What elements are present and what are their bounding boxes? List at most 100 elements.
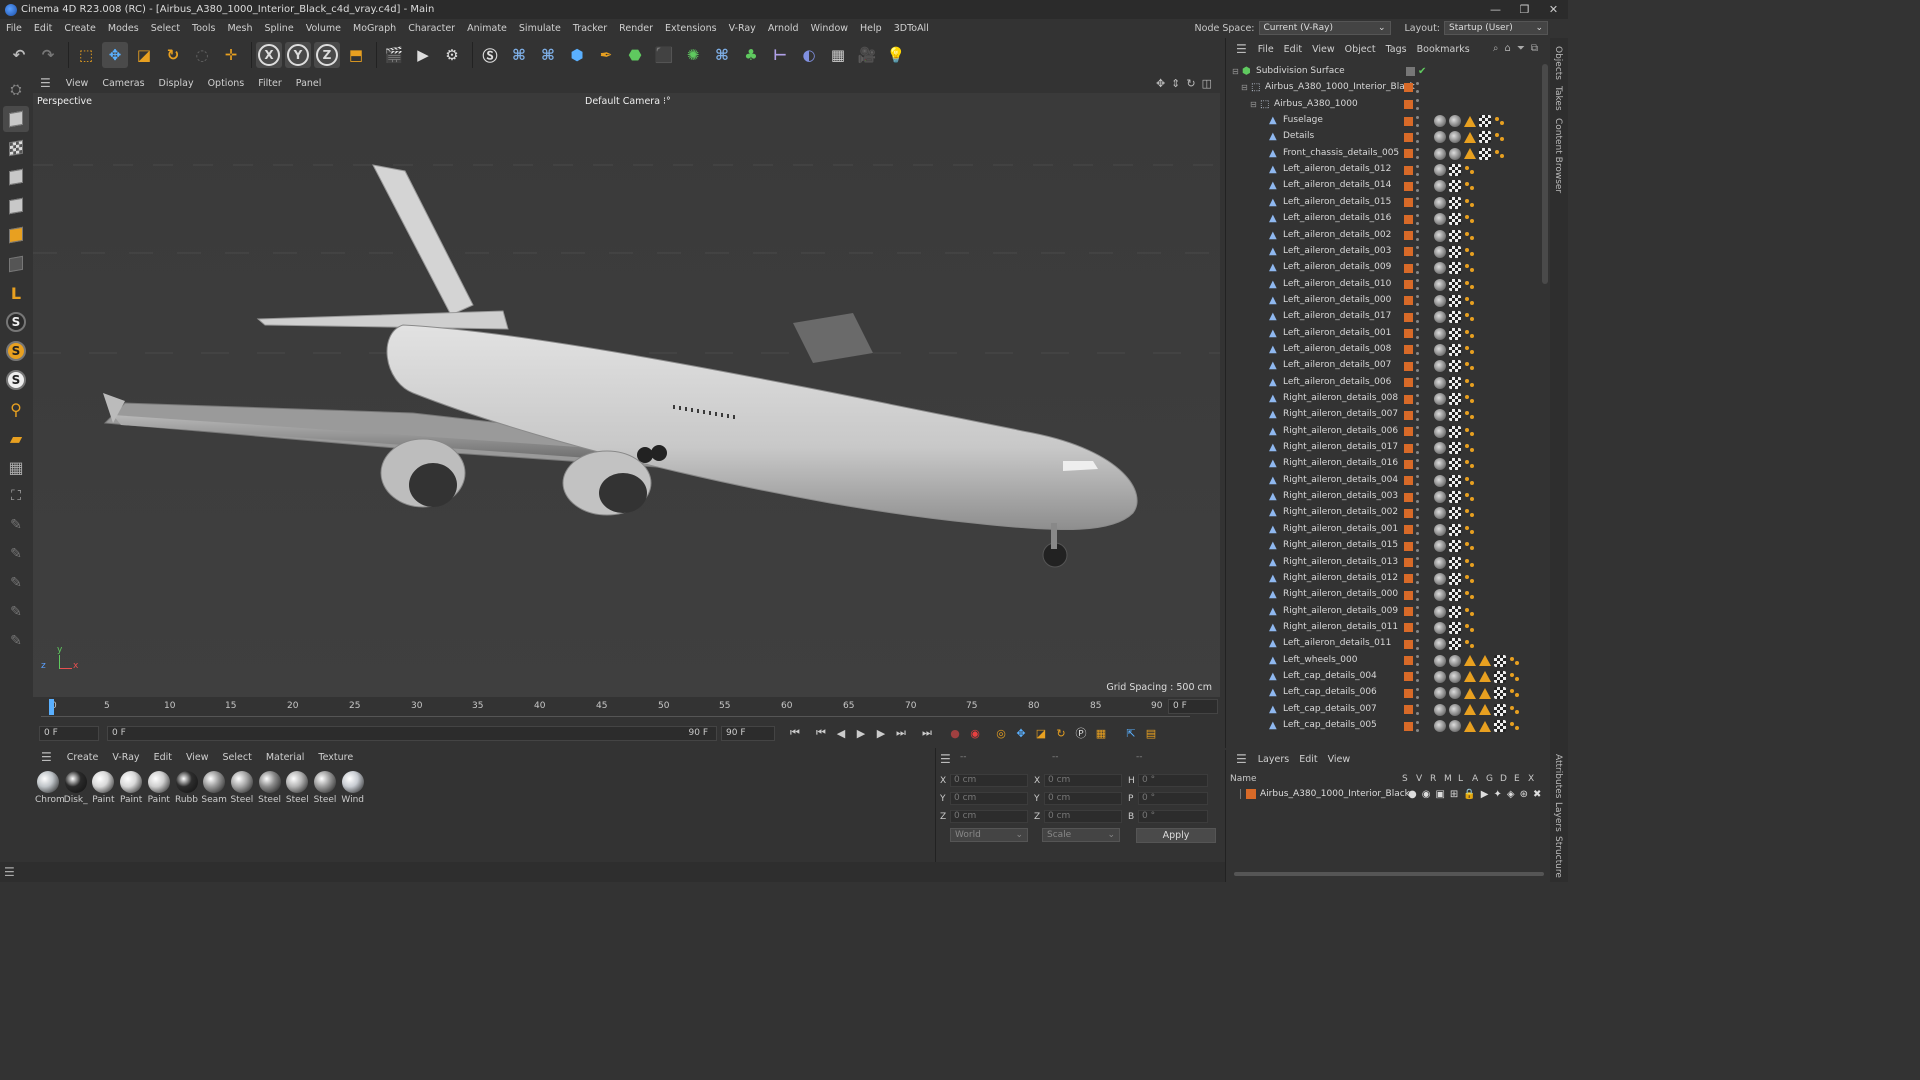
snap-button-3[interactable]: S [3, 367, 29, 393]
material-menu-select[interactable]: Select [216, 752, 259, 763]
viewport-menu-options[interactable]: Options [201, 78, 252, 89]
selection-tag-icon[interactable] [1494, 148, 1506, 160]
visibility-dots-icon[interactable] [1416, 409, 1420, 421]
selection-tag-icon[interactable] [1464, 295, 1476, 307]
object-row[interactable]: ▲ Left_aileron_details_011 [1226, 636, 1541, 652]
material-tag-icon[interactable] [1434, 638, 1446, 651]
selection-tag-icon[interactable] [1464, 180, 1476, 192]
vray-button[interactable]: Ⓢ [477, 42, 503, 68]
layer-swatch[interactable] [1404, 672, 1413, 682]
visible-eye-icon[interactable]: ◉ [1422, 789, 1431, 800]
uv-mode-button[interactable] [3, 251, 29, 277]
layer-swatch[interactable] [1404, 198, 1413, 208]
material-tag-icon[interactable] [1434, 572, 1446, 585]
uvw-tag-icon[interactable] [1449, 572, 1461, 585]
tab-structure[interactable]: Structure [1553, 836, 1563, 878]
uvw-tag-icon[interactable] [1494, 687, 1506, 700]
object-row[interactable]: ▲ Right_aileron_details_000 [1226, 587, 1541, 603]
uvw-tag-icon[interactable] [1449, 540, 1461, 553]
om-menu-tags[interactable]: Tags [1381, 44, 1412, 55]
visibility-dots-icon[interactable] [1416, 98, 1420, 110]
size-z-field[interactable]: 0 cm [1044, 810, 1122, 823]
render-settings-button[interactable]: ⚙ [439, 42, 465, 68]
hamburger-menu-icon[interactable]: ☰ [4, 865, 15, 879]
uvw-tag-icon[interactable] [1449, 262, 1461, 275]
material-menu-material[interactable]: Material [259, 752, 312, 763]
viewport-menu-view[interactable]: View [59, 78, 96, 89]
magnet-tool-button[interactable]: ⚲ [3, 396, 29, 422]
deformer-toggle-icon[interactable]: ◈ [1507, 789, 1515, 800]
search-icon[interactable]: ⌕ [1493, 43, 1499, 54]
material-tag-icon[interactable] [1434, 376, 1446, 389]
current-frame-field[interactable]: 0 F [1168, 699, 1218, 714]
visibility-dots-icon[interactable] [1416, 622, 1420, 634]
node-space-dropdown[interactable]: Current (V-Ray) ⌄ [1258, 21, 1391, 35]
key-rotation-button[interactable]: ↻ [1051, 723, 1071, 743]
uvw-tag-icon[interactable] [1449, 229, 1461, 242]
layer-swatch[interactable] [1404, 280, 1413, 290]
maximize-view-icon[interactable]: ◫ [1202, 77, 1212, 90]
material-swatch[interactable]: Steel [284, 771, 310, 805]
uvw-tag-icon[interactable] [1449, 360, 1461, 373]
start-frame-field[interactable]: 0 F [39, 725, 99, 741]
menu-edit[interactable]: Edit [28, 23, 58, 34]
phong-tag-icon[interactable] [1479, 687, 1491, 699]
layer-swatch[interactable] [1404, 443, 1413, 453]
material-tag-icon[interactable] [1434, 360, 1446, 373]
menu-volume[interactable]: Volume [300, 23, 347, 34]
layer-swatch[interactable] [1404, 312, 1413, 322]
coordinate-mode-dropdown[interactable]: Scale ⌄ [1042, 828, 1120, 842]
layer-swatch[interactable] [1404, 607, 1413, 617]
menu-vray[interactable]: V-Ray [723, 23, 762, 34]
material-tag-icon[interactable] [1434, 425, 1446, 438]
uvw-tag-icon[interactable] [1449, 458, 1461, 471]
subdivision-button[interactable]: ⬣ [622, 42, 648, 68]
selection-tag-icon[interactable] [1464, 164, 1476, 176]
extrude-button[interactable]: ⬛ [651, 42, 677, 68]
size-y-field[interactable]: 0 cm [1044, 792, 1122, 805]
layer-swatch[interactable] [1404, 427, 1413, 437]
object-row[interactable]: ▲ Right_aileron_details_007 [1226, 407, 1541, 423]
material-tag-icon[interactable] [1434, 507, 1446, 520]
uvw-tag-icon[interactable] [1449, 474, 1461, 487]
rotate-tool-button[interactable]: ↻ [160, 42, 186, 68]
y-axis-button[interactable]: Y [285, 42, 311, 68]
object-row[interactable]: ▲ Left_aileron_details_006 [1226, 375, 1541, 391]
render-view-button[interactable]: ▶ [410, 42, 436, 68]
object-row[interactable]: ▲ Right_aileron_details_001 [1226, 522, 1541, 538]
visibility-dots-icon[interactable] [1416, 360, 1420, 372]
rot-p-field[interactable]: 0 ° [1138, 792, 1208, 805]
material-tag-icon[interactable] [1434, 409, 1446, 422]
uvw-tag-icon[interactable] [1479, 115, 1491, 128]
material-swatch[interactable]: Wind [340, 771, 366, 805]
python-tag-button[interactable]: ⌘ [709, 42, 735, 68]
object-row[interactable]: ▲ Left_aileron_details_009 [1226, 260, 1541, 276]
sculpt-tool-button-3[interactable]: ✎ [3, 570, 29, 596]
field-button[interactable]: ⊢ [767, 42, 793, 68]
new-window-icon[interactable]: ⧉ [1531, 43, 1538, 54]
phong-tag-icon[interactable] [1464, 687, 1476, 699]
object-row[interactable]: ▲ Right_aileron_details_008 [1226, 391, 1541, 407]
object-row[interactable]: ▲ Left_aileron_details_012 [1226, 162, 1541, 178]
phong-tag-icon[interactable] [1479, 720, 1491, 732]
visibility-dots-icon[interactable] [1416, 606, 1420, 618]
coordinate-space-dropdown[interactable]: World ⌄ [950, 828, 1028, 842]
object-row[interactable]: ▲ Left_aileron_details_015 [1226, 195, 1541, 211]
material-tag-icon[interactable] [1434, 213, 1446, 226]
material-menu-texture[interactable]: Texture [311, 752, 360, 763]
material-tag-icon[interactable] [1449, 720, 1461, 732]
uvw-tag-icon[interactable] [1449, 605, 1461, 618]
selection-tag-icon[interactable] [1464, 507, 1476, 519]
manager-toggle-icon[interactable]: ⊞ [1450, 789, 1458, 800]
uvw-tag-icon[interactable] [1479, 147, 1491, 160]
frame-range-slider[interactable]: 0 F 90 F [107, 725, 717, 741]
visibility-dots-icon[interactable] [1416, 213, 1420, 225]
layer-swatch[interactable] [1404, 99, 1413, 109]
z-axis-button[interactable]: Z [314, 42, 340, 68]
viewport-menu-display[interactable]: Display [152, 78, 201, 89]
layer-menu-view[interactable]: View [1323, 754, 1356, 765]
selection-tag-icon[interactable] [1509, 720, 1521, 732]
scale-tool-button[interactable]: ◪ [131, 42, 157, 68]
object-row[interactable]: ▲ Right_aileron_details_012 [1226, 571, 1541, 587]
viewport-menu-filter[interactable]: Filter [251, 78, 289, 89]
